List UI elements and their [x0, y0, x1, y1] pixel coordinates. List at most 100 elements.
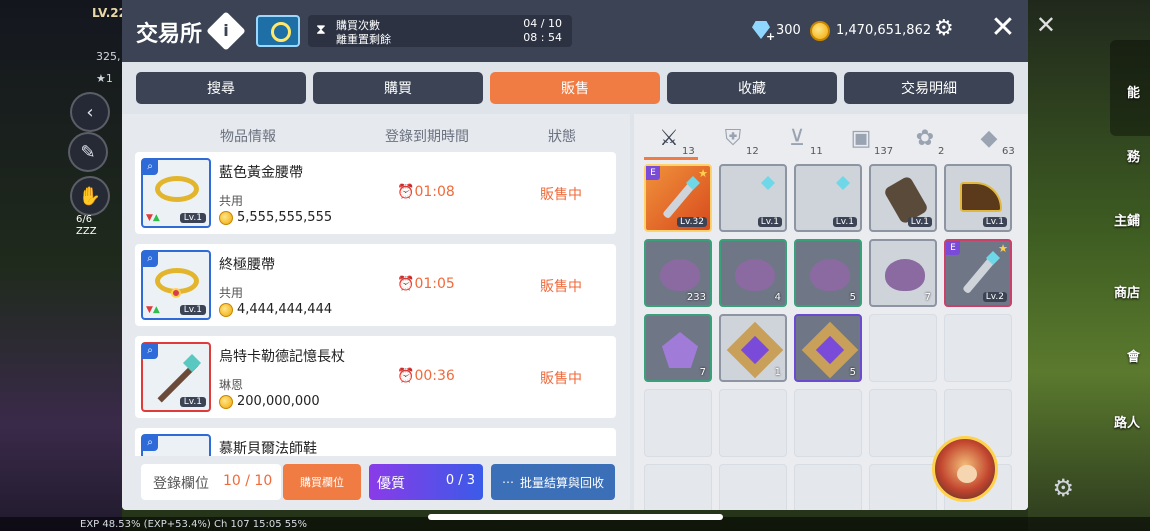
add-diamond-icon[interactable]: + [766, 30, 775, 43]
home-indicator[interactable] [428, 514, 723, 520]
star-icon: ★ [998, 242, 1008, 255]
premium-slot-button[interactable]: 優質 0 / 3 [369, 464, 483, 500]
alarm-clock-icon: ⏰ [397, 184, 415, 200]
inventory-slot-empty[interactable] [869, 464, 937, 510]
category-armor[interactable]: ⛨ 12 [702, 122, 762, 160]
enhance-badge: E [946, 241, 960, 255]
status-badge: 販售中 [540, 371, 582, 387]
magnify-icon[interactable]: ⌕ [142, 159, 158, 175]
category-gem[interactable]: ◆ 63 [958, 122, 1018, 160]
inventory-slot-empty[interactable] [869, 314, 937, 382]
inventory-slot[interactable]: Lv.1 [719, 164, 787, 232]
item-level: Lv.1 [179, 397, 206, 407]
player-star: ★1 [96, 72, 113, 85]
item-quantity: 7 [924, 292, 931, 303]
item-thumbnail[interactable]: ⌕ [141, 434, 211, 456]
fan-icon [960, 182, 1002, 212]
status-badge: 販售中 [540, 279, 582, 295]
listing-row[interactable]: ⌕ ▼▲ Lv.1 終極腰帶 共用 4,444,444,444 ⏰01:05 販… [135, 244, 616, 326]
close-button[interactable]: ✕ [988, 10, 1018, 50]
category-etc[interactable]: ▣ 137 [830, 122, 894, 160]
character-avatar[interactable] [932, 436, 998, 502]
premium-label: 優質 [377, 476, 405, 492]
item-thumbnail[interactable]: ⌕ ▼▲ Lv.1 [141, 158, 211, 228]
item-class: 共用 [219, 194, 244, 208]
inventory-slot[interactable]: 5 [794, 239, 862, 307]
right-menu-guild[interactable]: 會 [1127, 346, 1140, 365]
inventory-slot-empty[interactable] [869, 389, 937, 457]
category-pet[interactable]: ✿ 2 [894, 122, 954, 160]
back-arrow-icon[interactable]: ‹ [70, 92, 110, 132]
inventory-slot[interactable]: 4 [719, 239, 787, 307]
inventory-slot[interactable]: 1 [719, 314, 787, 382]
inventory-slot-empty[interactable] [719, 389, 787, 457]
category-accessory[interactable]: ⊻ 11 [766, 122, 826, 160]
buy-slot-button[interactable]: 購買欄位 [283, 464, 361, 500]
inventory-slot[interactable]: Lv.1 [944, 164, 1012, 232]
tab-sell[interactable]: 販售 [490, 72, 660, 104]
item-name: 藍色黃金腰帶 [219, 165, 303, 181]
tab-history[interactable]: 交易明細 [844, 72, 1014, 104]
item-quantity: 233 [686, 292, 706, 303]
page-title: 交易所 [136, 22, 203, 47]
item-name: 烏特卡勒德記憶長杖 [219, 349, 345, 365]
magnify-icon[interactable]: ⌕ [142, 435, 158, 451]
right-menu-passerby[interactable]: 路人 [1114, 412, 1140, 431]
right-menu-quest[interactable]: 務 [1127, 146, 1140, 165]
meso-coin-icon [219, 395, 233, 409]
inventory-slot[interactable]: Lv.1 [869, 164, 937, 232]
timer-value: 00:36 [414, 368, 455, 384]
inventory-slot-empty[interactable] [944, 314, 1012, 382]
trade-ticket-icon[interactable] [256, 15, 300, 47]
inventory-slot-empty[interactable] [719, 464, 787, 510]
meso-coin-icon [219, 303, 233, 317]
right-menu-ability[interactable]: 能 [1127, 82, 1140, 101]
trade-panel: 交易所 i ⧗ 購買次數 離重置剩餘 04 / 10 08 : 54 + 300… [122, 0, 1028, 510]
inventory-slot-empty[interactable] [794, 389, 862, 457]
inventory-slot[interactable]: 7 [644, 314, 712, 382]
category-count: 137 [874, 146, 894, 157]
item-name: 慕斯貝爾法師鞋 [219, 441, 317, 456]
item-name: 終極腰帶 [219, 257, 275, 273]
item-thumbnail[interactable]: ⌕ Lv.1 [141, 342, 211, 412]
background-close-icon[interactable]: ✕ [1036, 11, 1056, 39]
right-menu-store[interactable]: 主鋪 [1114, 210, 1140, 229]
settings-gear-icon[interactable]: ⚙ [1052, 474, 1074, 502]
right-menu-shop[interactable]: 商店 [1114, 282, 1140, 301]
hourglass-icon: ⧗ [316, 22, 326, 38]
category-weapon[interactable]: ⚔ 13 [638, 122, 698, 160]
briefcase-icon: ▣ [850, 126, 872, 151]
item-thumbnail[interactable]: ⌕ ▼▲ Lv.1 [141, 250, 211, 320]
tab-buy[interactable]: 購買 [313, 72, 483, 104]
sword-icon: ⚔ [659, 126, 679, 151]
listing-row[interactable]: ⌕ Lv.1 烏特卡勒德記憶長杖 琳恩 200,000,000 ⏰00:36 販… [135, 336, 616, 418]
tab-favorites[interactable]: 收藏 [667, 72, 837, 104]
inventory-slot-empty[interactable] [644, 389, 712, 457]
settings-search-icon[interactable]: ⚙ [934, 16, 968, 46]
player-hp: 6/6 [76, 214, 93, 225]
listing-rows[interactable]: ⌕ ▼▲ Lv.1 藍色黃金腰帶 共用 5,555,555,555 ⏰01:08… [135, 152, 616, 456]
inventory-slot[interactable]: 7 [869, 239, 937, 307]
batch-settle-button[interactable]: ⋯ 批量結算與回收 [491, 464, 615, 500]
inventory-slot-empty[interactable] [794, 464, 862, 510]
inventory-slot-empty[interactable] [644, 464, 712, 510]
diamond-icon: ◆ [980, 126, 998, 151]
inventory-slot[interactable]: 233 [644, 239, 712, 307]
inventory-slot[interactable]: Lv.1 [794, 164, 862, 232]
tab-search[interactable]: 搜尋 [136, 72, 306, 104]
item-level: Lv.1 [179, 213, 206, 223]
listing-row[interactable]: ⌕ ▼▲ Lv.1 藍色黃金腰帶 共用 5,555,555,555 ⏰01:08… [135, 152, 616, 234]
meso-coin-icon [219, 211, 233, 225]
inventory-slot[interactable]: E ★ Lv.2 [944, 239, 1012, 307]
inventory-slot[interactable]: 5 [794, 314, 862, 382]
magnify-icon[interactable]: ⌕ [142, 343, 158, 359]
inventory-slot[interactable]: E ★ Lv.32 [644, 164, 712, 232]
handshake-icon[interactable]: ✋ [70, 176, 110, 216]
magnify-icon[interactable]: ⌕ [142, 251, 158, 267]
enhance-badge: E [646, 166, 660, 180]
item-level: Lv.1 [982, 217, 1007, 227]
listing-row[interactable]: ⌕ 慕斯貝爾法師鞋 [135, 428, 616, 456]
info-diamond-icon[interactable]: i [206, 11, 246, 51]
belt-gem-icon [171, 288, 181, 298]
quest-scroll-icon[interactable]: ✎ [68, 132, 108, 172]
